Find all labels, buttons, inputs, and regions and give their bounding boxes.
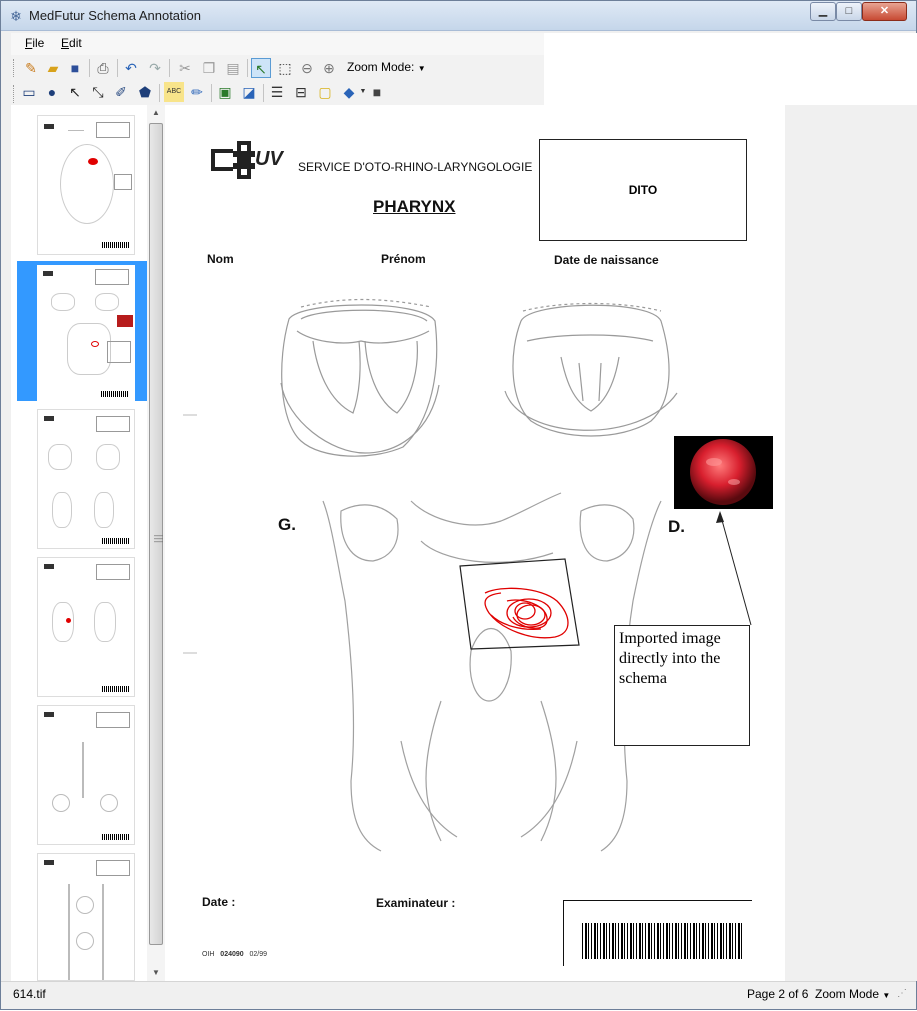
toolbar-grip[interactable]	[13, 59, 16, 77]
arrow-tool-icon[interactable]: ↖	[65, 82, 85, 102]
polygon-tool-icon[interactable]: ⬟	[135, 82, 155, 102]
toolbar-separator	[89, 59, 90, 77]
field-examinateur: Examinateur :	[376, 896, 456, 910]
text-box-icon[interactable]: ☰	[267, 82, 287, 102]
zoom-in-icon[interactable]: ⊕	[319, 58, 339, 78]
annotation-text: Imported image directly into the schema	[619, 630, 721, 687]
page-thumbnail-2[interactable]	[37, 265, 135, 405]
toolbar-separator	[159, 84, 160, 102]
snowflake-icon: ❄	[10, 8, 22, 24]
menu-file[interactable]: File	[25, 36, 44, 50]
dito-box: DITO	[539, 139, 747, 241]
text-stamp-icon[interactable]: ABC	[164, 82, 184, 102]
annotation-text-box[interactable]: Imported image directly into the schema	[614, 625, 750, 746]
print-icon[interactable]: ⎙	[93, 58, 113, 78]
page-thumbnail-4[interactable]	[37, 557, 135, 697]
toolbar-empty-area	[544, 33, 917, 105]
status-zoom-label: Zoom Mode	[815, 987, 880, 1001]
copy-icon[interactable]: ❐	[199, 58, 219, 78]
page-thumbnail-3[interactable]	[37, 409, 135, 549]
new-user-icon[interactable]: ✎	[21, 58, 41, 78]
service-name: SERVICE D'OTO-RHINO-LARYNGOLOGIE	[298, 160, 533, 174]
form-code-number: 024090	[220, 951, 244, 958]
maximize-button[interactable]: □	[836, 2, 862, 21]
freehand-tool-icon[interactable]: ✐	[111, 82, 131, 102]
status-zoom-dropdown[interactable]: Zoom Mode ▼	[815, 987, 890, 1001]
toolbar-separator	[169, 59, 170, 77]
status-filename: 614.tif	[13, 987, 46, 1001]
paste-icon[interactable]: ▤	[223, 58, 243, 78]
svg-text:UV: UV	[255, 148, 284, 170]
close-button[interactable]: ✕	[862, 2, 907, 21]
form-code: OIH 024090 02/99	[202, 951, 267, 958]
canvas-margin	[785, 105, 917, 981]
barcode	[582, 923, 744, 959]
window-title: MedFutur Schema Annotation	[29, 8, 201, 23]
toolbar-separator	[247, 59, 248, 77]
zoom-mode-dropdown[interactable]: Zoom Mode: ▼	[347, 60, 426, 74]
field-date-naissance: Date de naissance	[554, 253, 659, 267]
minimize-button[interactable]: ▁	[810, 2, 836, 21]
scroll-up-icon[interactable]: ▲	[147, 105, 165, 121]
page-thumbnail-6[interactable]	[37, 853, 135, 981]
application-window: ❄ MedFutur Schema Annotation ▁ □ ✕ File …	[0, 0, 917, 1010]
marquee-select-icon[interactable]: ⬚	[275, 58, 295, 78]
side-left-label: G.	[278, 515, 296, 534]
main-toolbar: ✎ ▰ ■ ⎙ ↶ ↷ ✂ ❐ ▤ ↖ ⬚ ⊖ ⊕ Zoom Mode: ▼	[11, 55, 544, 81]
status-bar: 614.tif Page 2 of 6 Zoom Mode ▼ ⋰	[1, 981, 916, 1009]
thumbnail-panel[interactable]	[11, 105, 165, 981]
form-code-date: 02/99	[249, 951, 268, 958]
zoom-mode-label: Zoom Mode:	[347, 60, 415, 74]
save-icon[interactable]: ■	[65, 58, 85, 78]
grip-icon: — — —	[154, 530, 163, 546]
cut-icon[interactable]: ✂	[175, 58, 195, 78]
callout-icon[interactable]: ⊟	[291, 82, 311, 102]
page-title: PHARYNX	[373, 197, 456, 216]
imported-endoscopy-image[interactable]	[674, 436, 773, 509]
dito-label: DITO	[628, 183, 658, 197]
scroll-down-icon[interactable]: ▼	[147, 965, 165, 981]
barcode-frame	[563, 900, 752, 966]
field-date: Date :	[202, 895, 236, 909]
title-bar[interactable]: ❄ MedFutur Schema Annotation ▁ □ ✕	[1, 1, 916, 31]
undo-icon[interactable]: ↶	[121, 58, 141, 78]
drawing-toolbar: ▭ ● ↖ ⤡ ✐ ⬟ ABC ✏ ▣ ◪ ☰ ⊟ ▢ ◆ ▼ ■	[11, 81, 544, 105]
select-pointer-icon[interactable]: ↖	[251, 58, 271, 78]
side-right-label: D.	[668, 517, 685, 536]
menu-bar: File Edit	[11, 33, 544, 55]
insert-image-icon[interactable]: ▣	[215, 82, 235, 102]
chevron-down-icon: ▼	[882, 991, 891, 1000]
insert-picture-icon[interactable]: ◪	[239, 82, 259, 102]
ellipse-tool-icon[interactable]: ●	[42, 82, 62, 102]
menu-edit[interactable]: Edit	[61, 36, 82, 50]
resize-grip-icon[interactable]: ⋰	[897, 988, 907, 999]
form-code-prefix: OIH	[202, 951, 215, 958]
field-prenom: Prénom	[381, 252, 426, 266]
chuv-logo: UV	[211, 137, 285, 179]
redo-icon[interactable]: ↷	[145, 58, 165, 78]
zoom-out-icon[interactable]: ⊖	[297, 58, 317, 78]
toolbar-grip[interactable]	[13, 85, 16, 103]
toolbar-separator	[117, 59, 118, 77]
field-nom: Nom	[207, 252, 234, 266]
pen-tool-icon[interactable]: ✏	[187, 82, 207, 102]
thumbnail-scrollbar[interactable]: ▲ — — — ▼	[147, 105, 165, 981]
page-thumbnail-1[interactable]	[37, 115, 135, 255]
scrollbar-thumb[interactable]: — — —	[149, 123, 163, 945]
line-tool-icon[interactable]: ⤡	[88, 82, 108, 102]
toolbar-separator	[263, 84, 264, 102]
shadow-icon[interactable]: ■	[367, 82, 387, 102]
status-page-indicator: Page 2 of 6	[747, 987, 809, 1001]
sticky-note-icon[interactable]: ▢	[315, 82, 335, 102]
toolbar-separator	[211, 84, 212, 102]
page-thumbnail-5[interactable]	[37, 705, 135, 845]
rectangle-tool-icon[interactable]: ▭	[19, 82, 39, 102]
open-folder-icon[interactable]: ▰	[43, 58, 63, 78]
chevron-down-icon: ▼	[417, 64, 426, 73]
